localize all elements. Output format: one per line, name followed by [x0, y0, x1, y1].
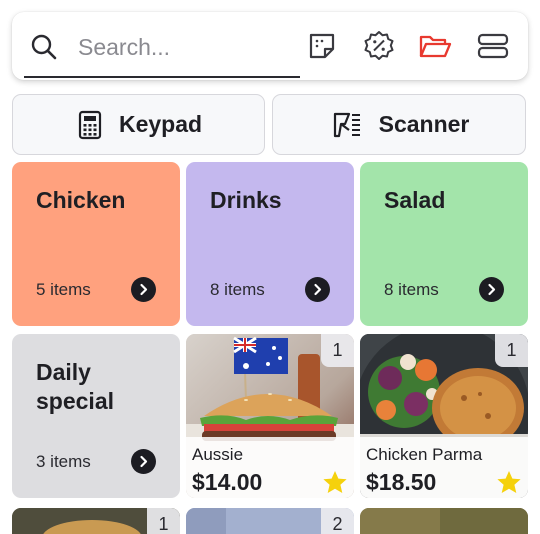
- product-tile-partial[interactable]: 2: [186, 508, 354, 534]
- chevron-right-icon: [488, 283, 496, 296]
- calculator-icon: [78, 110, 102, 139]
- search-input[interactable]: Search...: [24, 30, 300, 78]
- category-count: 8 items: [384, 280, 439, 299]
- open-category-button[interactable]: [131, 449, 156, 474]
- category-name: Chicken: [36, 187, 126, 213]
- scanner-button[interactable]: Scanner: [272, 94, 526, 155]
- chevron-right-icon: [140, 283, 148, 296]
- product-tile-aussie[interactable]: 1 Aussie $14.00: [186, 334, 354, 498]
- keypad-label: Keypad: [118, 111, 203, 137]
- product-tile-chicken-parma[interactable]: 1 Chicken Parma $18.50: [360, 334, 528, 498]
- chevron-right-icon: [140, 455, 148, 468]
- open-category-button[interactable]: [479, 277, 504, 302]
- open-category-button[interactable]: [131, 277, 156, 302]
- product-photo: [360, 508, 528, 534]
- product-name: Chicken Parma: [366, 445, 483, 464]
- category-tile-daily-special[interactable]: Daily special 3 items: [12, 334, 180, 498]
- search-icon: [31, 34, 57, 60]
- quantity-badge: 1: [495, 334, 528, 367]
- category-tile-chicken[interactable]: Chicken 5 items: [12, 162, 180, 326]
- discount-badge-icon[interactable]: [362, 29, 396, 63]
- quantity-badge: 1: [147, 508, 180, 534]
- product-price: $18.50: [366, 469, 437, 495]
- category-tile-salad[interactable]: Salad 8 items: [360, 162, 528, 326]
- layout-toggle-icon[interactable]: [476, 29, 510, 63]
- product-tile-partial[interactable]: 1: [12, 508, 180, 534]
- barcode-scanner-icon: [333, 112, 360, 137]
- category-count: 3 items: [36, 452, 91, 471]
- search-placeholder: Search...: [78, 34, 171, 60]
- quantity-badge: 1: [321, 334, 354, 367]
- keypad-button[interactable]: Keypad: [12, 94, 265, 155]
- category-name: Daily special: [36, 359, 114, 414]
- category-tile-drinks[interactable]: Drinks 8 items: [186, 162, 354, 326]
- product-price: $14.00: [192, 469, 263, 495]
- sticky-note-icon[interactable]: [305, 29, 339, 63]
- top-bar: Search...: [12, 12, 528, 80]
- folder-open-icon[interactable]: [418, 29, 452, 63]
- scanner-label: Scanner: [378, 111, 470, 137]
- open-category-button[interactable]: [305, 277, 330, 302]
- quantity-badge: 2: [321, 508, 354, 534]
- category-name: Drinks: [210, 187, 282, 213]
- chevron-right-icon: [314, 283, 322, 296]
- category-name: Salad: [384, 187, 446, 213]
- favorite-star-icon[interactable]: [322, 470, 348, 495]
- product-info: Aussie $14.00: [186, 437, 354, 498]
- product-name: Aussie: [192, 445, 244, 464]
- category-count: 8 items: [210, 280, 265, 299]
- product-info: Chicken Parma $18.50: [360, 437, 528, 498]
- product-tile-partial[interactable]: [360, 508, 528, 534]
- category-count: 5 items: [36, 280, 91, 299]
- favorite-star-icon[interactable]: [496, 470, 522, 495]
